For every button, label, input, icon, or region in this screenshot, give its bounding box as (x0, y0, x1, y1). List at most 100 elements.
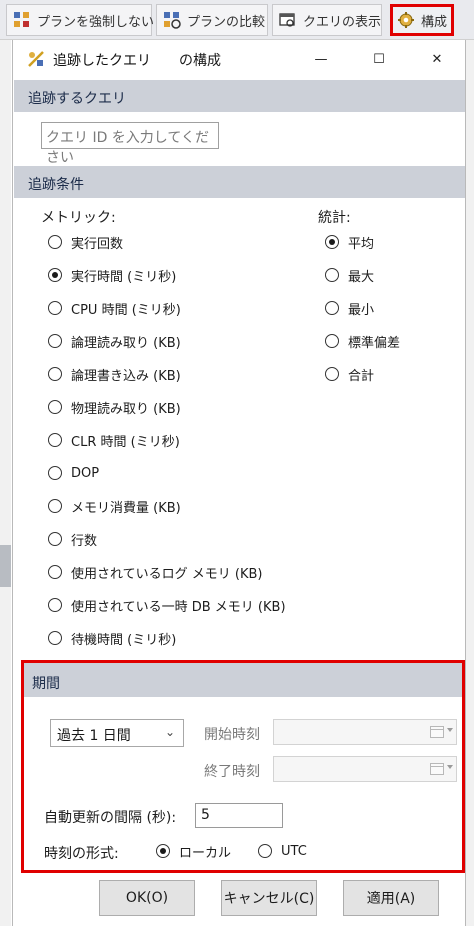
radio-icon (325, 367, 339, 381)
time-format-utc[interactable]: UTC (258, 841, 307, 861)
minimize-button[interactable]: — (297, 40, 345, 78)
maximize-button[interactable]: ☐ (355, 40, 403, 78)
time-format-local-label: ローカル (179, 845, 232, 861)
period-section: 期間 過去 1 日間 ⌄ 開始時刻 終了時刻 自動更新の間隔 (秒): 5 時刻… (21, 660, 465, 873)
stat-option-label: 平均 (348, 236, 375, 252)
calendar-icon (430, 726, 444, 738)
metric-option[interactable]: 使用されているログ メモリ (KB) (48, 562, 262, 582)
unforce-plan-button[interactable]: プランを強制しない (6, 4, 154, 36)
dialog-title: 追跡したクエリ (53, 53, 151, 69)
metric-option[interactable]: 待機時間 (ミリ秒) (48, 628, 176, 648)
radio-icon (325, 268, 339, 282)
stat-label: 統計: (318, 210, 351, 226)
metric-option[interactable]: CLR 時間 (ミリ秒) (48, 430, 180, 450)
stat-option[interactable]: 平均 (325, 232, 374, 252)
criteria-section-header: 追跡条件 (14, 166, 465, 198)
metric-option[interactable]: メモリ消費量 (KB) (48, 496, 181, 516)
metric-option-label: 行数 (71, 533, 98, 549)
compare-plans-button[interactable]: プランの比較 (156, 4, 268, 36)
metric-option[interactable]: CPU 時間 (ミリ秒) (48, 298, 181, 318)
metric-option-label: 論理書き込み (KB) (71, 368, 181, 384)
unforce-plan-icon (13, 11, 31, 29)
close-button[interactable]: ✕ (413, 40, 461, 78)
minimize-icon: — (314, 51, 328, 67)
radio-icon (48, 367, 62, 381)
view-query-label: クエリの表示 (303, 14, 382, 30)
query-section-header: 追跡するクエリ (14, 80, 465, 112)
metric-option-label: 使用されている一時 DB メモリ (KB) (71, 599, 286, 615)
metric-label: メトリック: (41, 210, 116, 226)
radio-icon (325, 301, 339, 315)
metric-option[interactable]: 使用されている一時 DB メモリ (KB) (48, 595, 286, 615)
metric-option[interactable]: 論理書き込み (KB) (48, 364, 181, 384)
metric-option-label: DOP (71, 465, 100, 481)
radio-icon (156, 844, 170, 858)
metric-option-label: 実行時間 (ミリ秒) (71, 269, 177, 285)
metric-option-label: 論理読み取り (KB) (71, 335, 181, 351)
radio-icon (48, 334, 62, 348)
end-time-label: 終了時刻 (204, 764, 260, 780)
view-query-button[interactable]: クエリの表示 (272, 4, 382, 36)
radio-icon (48, 631, 62, 645)
time-range-select[interactable]: 過去 1 日間 ⌄ (50, 719, 184, 747)
metric-option[interactable]: 実行回数 (48, 232, 123, 252)
compare-plans-label: プランの比較 (187, 14, 266, 30)
metric-option[interactable]: 論理読み取り (KB) (48, 331, 181, 351)
close-icon: ✕ (431, 51, 443, 67)
configure-dialog: 追跡したクエリ の構成 — ☐ ✕ 追跡するクエリ クエリ ID を入力してくだ… (12, 40, 466, 926)
background-pane-right (466, 40, 474, 926)
radio-icon (325, 235, 339, 249)
background-pane (0, 40, 11, 926)
radio-icon (48, 499, 62, 513)
view-query-icon (279, 11, 297, 29)
ok-button[interactable]: OK(O) (99, 880, 195, 916)
metric-option[interactable]: DOP (48, 463, 99, 483)
dialog-titlebar[interactable]: 追跡したクエリ の構成 — ☐ ✕ (13, 40, 465, 78)
refresh-interval-input[interactable]: 5 (195, 803, 283, 828)
time-format-local[interactable]: ローカル (156, 841, 231, 861)
configure-button[interactable]: 構成 (390, 4, 454, 36)
metric-option[interactable]: 行数 (48, 529, 97, 549)
metric-option-label: 使用されているログ メモリ (KB) (71, 566, 263, 582)
apply-button[interactable]: 適用(A) (343, 880, 439, 916)
radio-icon (48, 235, 62, 249)
stat-option-label: 標準偏差 (348, 335, 401, 351)
query-id-input[interactable]: クエリ ID を入力してください (41, 122, 219, 166)
chevron-down-icon (447, 765, 453, 769)
stat-option-label: 最小 (348, 302, 375, 318)
refresh-interval-label: 自動更新の間隔 (秒): (44, 810, 177, 826)
radio-icon (258, 844, 272, 858)
end-time-picker[interactable] (273, 756, 457, 782)
period-section-header: 期間 (24, 663, 462, 697)
cancel-button[interactable]: キャンセル(C) (221, 880, 317, 916)
radio-icon (48, 400, 62, 414)
metric-option-label: 実行回数 (71, 236, 124, 252)
configure-icon (397, 11, 415, 29)
chevron-down-icon: ⌄ (164, 725, 175, 739)
radio-icon (48, 598, 62, 612)
metric-option-label: CPU 時間 (ミリ秒) (71, 302, 181, 318)
metric-option[interactable]: 実行時間 (ミリ秒) (48, 265, 176, 285)
stat-option[interactable]: 合計 (325, 364, 374, 384)
stat-option[interactable]: 標準偏差 (325, 331, 400, 351)
stat-option-label: 合計 (348, 368, 375, 384)
calendar-icon (430, 763, 444, 775)
stat-option[interactable]: 最大 (325, 265, 374, 285)
time-format-utc-label: UTC (281, 843, 307, 859)
metric-option[interactable]: 物理読み取り (KB) (48, 397, 181, 417)
start-time-label: 開始時刻 (204, 727, 260, 743)
stat-option[interactable]: 最小 (325, 298, 374, 318)
start-time-picker[interactable] (273, 719, 457, 745)
toolbar: プランを強制しない プランの比較 クエリの表示 構成 (0, 0, 474, 40)
background-pane-scroll (0, 545, 11, 587)
maximize-icon: ☐ (373, 51, 385, 67)
chevron-down-icon (447, 728, 453, 732)
metric-option-label: メモリ消費量 (KB) (71, 500, 181, 516)
metric-option-label: CLR 時間 (ミリ秒) (71, 434, 180, 450)
compare-plans-icon (163, 11, 181, 29)
radio-icon (48, 565, 62, 579)
toolbar-overflow (458, 4, 474, 36)
configure-label: 構成 (421, 14, 448, 30)
radio-icon (48, 301, 62, 315)
radio-icon (325, 334, 339, 348)
